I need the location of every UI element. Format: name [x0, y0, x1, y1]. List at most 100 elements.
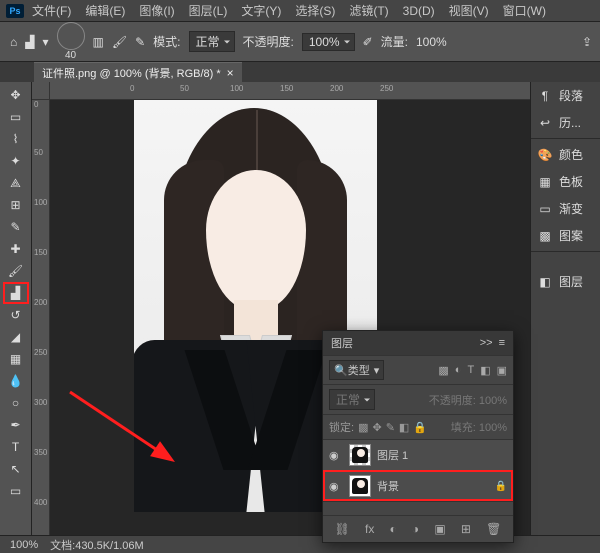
brush-settings-icon[interactable]: 🖌: [112, 35, 127, 49]
layers-panel: 图层 >> ≡ 🔍 类型 ▾ ▩ ◐ T ◧ ▣ 正常 不透明度: 100%: [322, 330, 514, 543]
group-icon[interactable]: ▣: [434, 522, 445, 536]
fx-icon[interactable]: fx: [365, 522, 374, 536]
visibility-toggle[interactable]: ◉: [329, 449, 343, 462]
layer-row-background[interactable]: ◉ 背景 🔒: [323, 470, 513, 501]
ruler-tick: 150: [34, 248, 47, 257]
lasso-tool[interactable]: ⌇: [3, 128, 29, 150]
ruler-horizontal[interactable]: 0 50 100 150 200 250: [50, 82, 530, 100]
shape-tool[interactable]: ▭: [3, 480, 29, 502]
document-tab[interactable]: 证件照.png @ 100% (背景, RGB/8) * ×: [34, 62, 242, 82]
panel-menu-icon[interactable]: ≡: [499, 337, 505, 349]
panel-paragraph[interactable]: ¶段落: [531, 82, 600, 109]
new-layer-icon[interactable]: ⊞: [461, 522, 471, 536]
mode-label: 模式:: [153, 33, 180, 50]
healing-tool[interactable]: ✚: [3, 238, 29, 260]
document-title: 证件照.png @ 100% (背景, RGB/8) *: [42, 65, 221, 81]
filter-shape-icon[interactable]: ◧: [480, 364, 490, 377]
blur-tool[interactable]: 💧: [3, 370, 29, 392]
panel-label: 图层: [559, 273, 583, 290]
document-info[interactable]: 文档:430.5K/1.06M: [50, 537, 144, 553]
layers-blend-row: 正常 不透明度: 100%: [323, 384, 513, 414]
wand-tool[interactable]: ✦: [3, 150, 29, 172]
flow-value[interactable]: 100%: [416, 35, 447, 49]
opacity-input[interactable]: 100%: [302, 33, 355, 51]
crop-tool[interactable]: ⟁: [3, 172, 29, 194]
brush-tool[interactable]: 🖌: [3, 260, 29, 282]
panel-swatches[interactable]: ▦色板: [531, 168, 600, 195]
history-brush-tool[interactable]: ↺: [3, 304, 29, 326]
ruler-origin[interactable]: [32, 82, 50, 100]
lock-pixels-icon[interactable]: ▩: [358, 421, 368, 434]
menu-window[interactable]: 窗口(W): [497, 2, 552, 19]
panel-layers-collapsed[interactable]: ◧图层: [531, 268, 600, 295]
layer-name[interactable]: 背景: [377, 478, 399, 494]
menu-edit[interactable]: 编辑(E): [79, 2, 131, 19]
menu-view[interactable]: 视图(V): [443, 2, 495, 19]
menu-type[interactable]: 文字(Y): [235, 2, 287, 19]
path-tool[interactable]: ↖: [3, 458, 29, 480]
ruler-tick: 350: [34, 448, 47, 457]
layer-filter-select[interactable]: 🔍 类型 ▾: [329, 360, 384, 380]
menu-3d[interactable]: 3D(D): [397, 4, 441, 18]
marquee-tool[interactable]: ▭: [3, 106, 29, 128]
layer-row[interactable]: ◉ 图层 1: [323, 439, 513, 470]
lock-all-icon[interactable]: 🔒: [413, 421, 427, 434]
layer-blend-select[interactable]: 正常: [329, 389, 375, 410]
move-tool[interactable]: ✥: [3, 84, 29, 106]
home-icon[interactable]: ⌂: [10, 35, 17, 49]
filter-smart-icon[interactable]: ▣: [497, 364, 507, 377]
delete-layer-icon[interactable]: 🗑: [486, 522, 501, 536]
brush-panel-icon[interactable]: ▥: [93, 35, 104, 49]
layer-name[interactable]: 图层 1: [377, 447, 408, 463]
chevron-down-icon[interactable]: ▾: [42, 35, 48, 49]
patterns-icon: ▩: [537, 229, 553, 243]
current-tool-icon[interactable]: ▟: [25, 35, 34, 49]
panel-patterns[interactable]: ▩图案: [531, 222, 600, 249]
panel-label: 颜色: [559, 146, 583, 163]
zoom-level[interactable]: 100%: [10, 539, 38, 551]
close-tab-icon[interactable]: ×: [227, 66, 234, 80]
link-layers-icon[interactable]: ⛓: [335, 522, 350, 536]
menu-file[interactable]: 文件(F): [26, 2, 77, 19]
layer-thumbnail[interactable]: [349, 475, 371, 497]
layer-fill-value[interactable]: 100%: [479, 422, 507, 434]
lock-artboard-icon[interactable]: ◧: [399, 421, 409, 434]
layers-lock-row: 锁定: ▩ ✥ ✎ ◧ 🔒 填充: 100%: [323, 414, 513, 439]
eraser-tool[interactable]: ◢: [3, 326, 29, 348]
visibility-toggle[interactable]: ◉: [329, 480, 343, 493]
menu-select[interactable]: 选择(S): [289, 2, 341, 19]
mask-icon[interactable]: ◐: [390, 522, 397, 536]
layers-panel-titlebar[interactable]: 图层 >> ≡: [323, 331, 513, 355]
panel-color[interactable]: 🎨颜色: [531, 141, 600, 168]
frame-tool[interactable]: ⊞: [3, 194, 29, 216]
brush-preview[interactable]: [57, 22, 85, 50]
chevron-down-icon: ▾: [374, 364, 380, 377]
lock-image-icon[interactable]: ✎: [386, 421, 395, 434]
type-tool[interactable]: T: [3, 436, 29, 458]
filter-pixel-icon[interactable]: ▩: [438, 364, 448, 377]
collapse-icon[interactable]: >>: [480, 337, 493, 349]
lock-position-icon[interactable]: ✥: [372, 421, 381, 434]
dodge-tool[interactable]: ○: [3, 392, 29, 414]
ruler-vertical[interactable]: 0 50 100 150 200 250 300 350 400: [32, 100, 50, 535]
panel-gradients[interactable]: ▭渐变: [531, 195, 600, 222]
gradient-tool[interactable]: ▦: [3, 348, 29, 370]
panel-history[interactable]: ↩历...: [531, 109, 600, 136]
clone-stamp-tool[interactable]: ▟: [3, 282, 29, 304]
pressure-opacity-icon[interactable]: ✐: [363, 35, 373, 49]
filter-type-icon[interactable]: T: [467, 364, 474, 377]
blend-mode-select[interactable]: 正常: [189, 31, 235, 52]
adjustment-icon[interactable]: ◑: [412, 522, 419, 536]
filter-adjust-icon[interactable]: ◐: [455, 364, 462, 377]
menu-filter[interactable]: 滤镜(T): [343, 2, 394, 19]
brush-mode-icon[interactable]: ✎: [135, 35, 145, 49]
eyedropper-tool[interactable]: ✎: [3, 216, 29, 238]
layer-opacity-value[interactable]: 100%: [479, 395, 507, 407]
menu-image[interactable]: 图像(I): [133, 2, 180, 19]
menu-layer[interactable]: 图层(L): [183, 2, 234, 19]
pen-tool[interactable]: ✒: [3, 414, 29, 436]
panel-label: 历...: [559, 114, 581, 131]
share-icon[interactable]: ⇪: [582, 35, 592, 49]
layer-thumbnail[interactable]: [349, 444, 371, 466]
lock-icon[interactable]: 🔒: [495, 481, 507, 492]
